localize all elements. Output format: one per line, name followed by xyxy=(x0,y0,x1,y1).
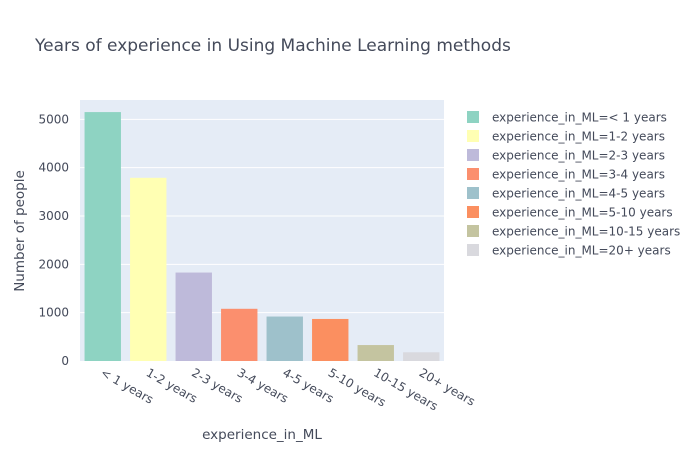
legend-item-label[interactable]: experience_in_ML=3-4 years xyxy=(492,168,665,182)
y-tick-label: 0 xyxy=(61,354,69,368)
legend-item-label[interactable]: experience_in_ML=20+ years xyxy=(492,244,671,258)
x-tick-label: 4-5 years xyxy=(280,365,336,405)
bar-20-years[interactable] xyxy=(403,352,440,361)
y-tick-label: 2000 xyxy=(38,257,69,271)
chart-title: Years of experience in Using Machine Lea… xyxy=(34,36,511,56)
bar-4-5-years[interactable] xyxy=(266,316,303,361)
legend-swatch[interactable] xyxy=(467,225,479,237)
legend-swatch[interactable] xyxy=(467,168,479,180)
x-axis-title: experience_in_ML xyxy=(202,427,322,443)
legend-item-label[interactable]: experience_in_ML=< 1 years xyxy=(492,111,667,125)
legend-swatch[interactable] xyxy=(467,244,479,256)
legend-item-label[interactable]: experience_in_ML=10-15 years xyxy=(492,225,680,239)
legend-swatch[interactable] xyxy=(467,130,479,142)
y-tick-labels: 0 1000 2000 3000 4000 5000 xyxy=(38,112,69,368)
legend-swatch[interactable] xyxy=(467,149,479,161)
legend-item-label[interactable]: experience_in_ML=2-3 years xyxy=(492,149,665,163)
legend-swatch[interactable] xyxy=(467,187,479,199)
x-tick-label: 2-3 years xyxy=(189,365,245,405)
x-tick-label: 3-4 years xyxy=(235,365,291,405)
bar-1-years[interactable] xyxy=(84,112,121,361)
y-tick-label: 3000 xyxy=(38,209,69,223)
bar-2-3-years[interactable] xyxy=(175,272,212,361)
legend-item-label[interactable]: experience_in_ML=1-2 years xyxy=(492,130,665,144)
x-tick-labels: < 1 years1-2 years2-3 years3-4 years4-5 … xyxy=(98,365,477,413)
bar-10-15-years[interactable] xyxy=(357,345,394,361)
bar-1-2-years[interactable] xyxy=(130,177,167,361)
legend-item-label[interactable]: experience_in_ML=4-5 years xyxy=(492,187,665,201)
legend: experience_in_ML=< 1 years experience_in_… xyxy=(467,111,680,258)
y-tick-label: 1000 xyxy=(38,306,69,320)
bar-3-4-years[interactable] xyxy=(221,308,258,361)
legend-swatch[interactable] xyxy=(467,111,479,123)
y-axis-title: Number of people xyxy=(12,170,28,292)
y-tick-label: 5000 xyxy=(38,112,69,126)
y-tick-label: 4000 xyxy=(38,161,69,175)
bar-chart: Years of experience in Using Machine Lea… xyxy=(12,36,680,443)
bar-5-10-years[interactable] xyxy=(312,318,349,361)
legend-swatch[interactable] xyxy=(467,206,479,218)
legend-item-label[interactable]: experience_in_ML=5-10 years xyxy=(492,206,673,220)
